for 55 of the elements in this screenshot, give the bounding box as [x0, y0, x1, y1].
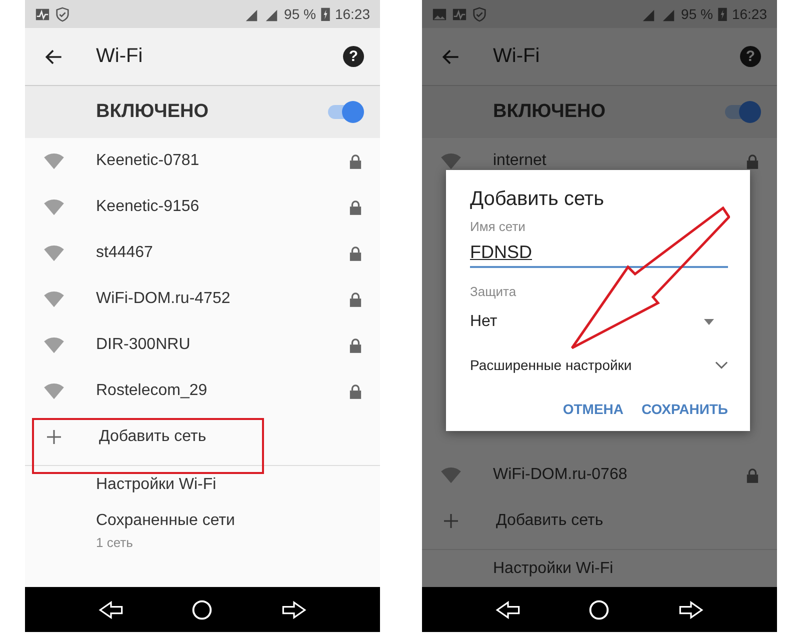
network-name[interactable]: DIR-300NRU — [96, 336, 349, 354]
field-label: Имя сети — [470, 219, 526, 234]
right-arrow-icon[interactable] — [281, 598, 308, 620]
network-name-field[interactable]: FDNSD — [470, 234, 728, 268]
network-name[interactable]: internet — [493, 152, 746, 170]
wifi-signal-icon — [43, 336, 65, 354]
advanced-settings-toggle[interactable]: Расширенные настройки — [470, 331, 728, 373]
network-name[interactable]: Rostelecom_29 — [96, 382, 349, 400]
switch-label: ВКЛЮЧЕНО — [493, 101, 607, 123]
pulse-icon — [35, 6, 50, 22]
battery-percent: 95 % — [681, 6, 713, 22]
save-button[interactable]: СОХРАНИТЬ — [642, 397, 728, 421]
menu-item[interactable]: Сохраненные сети — [96, 512, 362, 530]
field-label: Защита — [470, 284, 518, 299]
cancel-button[interactable]: ОТМЕНА — [562, 397, 624, 421]
network-name[interactable]: WiFi-DOM.ru-0768 — [493, 466, 746, 484]
wifi-signal-icon — [43, 244, 65, 262]
chevron-down-icon — [715, 361, 728, 369]
security-dropdown[interactable]: Нет — [470, 299, 728, 331]
image-icon — [432, 6, 447, 22]
menu-item[interactable]: Настройки Wi-Fi — [493, 560, 759, 578]
battery-icon — [718, 7, 727, 21]
add-network-item[interactable]: Добавить сеть — [99, 428, 362, 446]
battery-icon — [320, 7, 330, 21]
battery-percent: 95 % — [284, 6, 316, 22]
wifi-signal-icon — [440, 152, 462, 170]
shield-icon — [472, 6, 487, 22]
wifi-signal-icon — [43, 290, 65, 308]
switch-label: ВКЛЮЧЕНО — [96, 101, 210, 123]
status-time: 16:23 — [334, 6, 370, 22]
caret-icon — [704, 319, 714, 325]
wifi-signal-icon — [43, 198, 65, 216]
wifi-signal-icon — [43, 152, 65, 170]
add-network-item[interactable]: Добавить сеть — [496, 512, 759, 530]
plus-icon — [443, 513, 459, 529]
right-arrow-icon[interactable] — [678, 598, 704, 620]
wifi-signal-icon — [43, 382, 65, 400]
pulse-icon — [452, 6, 467, 22]
menu-item-subtitle: 1 сеть — [96, 535, 134, 550]
network-name[interactable]: WiFi-DOM.ru-4752 — [96, 290, 349, 308]
network-name[interactable]: Keenetic-9156 — [96, 198, 349, 216]
help-button[interactable]: ? — [740, 46, 761, 67]
left-arrow-icon[interactable] — [98, 598, 124, 620]
screen-title: Wi-Fi — [96, 45, 144, 68]
network-name[interactable]: Keenetic-0781 — [96, 152, 349, 170]
wifi-signal-icon — [440, 466, 462, 484]
dialog-title: Добавить сеть — [470, 188, 605, 211]
network-name[interactable]: st44467 — [96, 244, 349, 262]
plus-icon — [46, 429, 62, 445]
help-button[interactable]: ? — [343, 46, 364, 67]
screen-title: Wi-Fi — [493, 45, 541, 68]
menu-item[interactable]: Настройки Wi-Fi — [96, 476, 362, 494]
left-arrow-icon[interactable] — [494, 598, 521, 620]
status-time: 16:23 — [732, 6, 767, 22]
shield-icon — [55, 6, 70, 22]
